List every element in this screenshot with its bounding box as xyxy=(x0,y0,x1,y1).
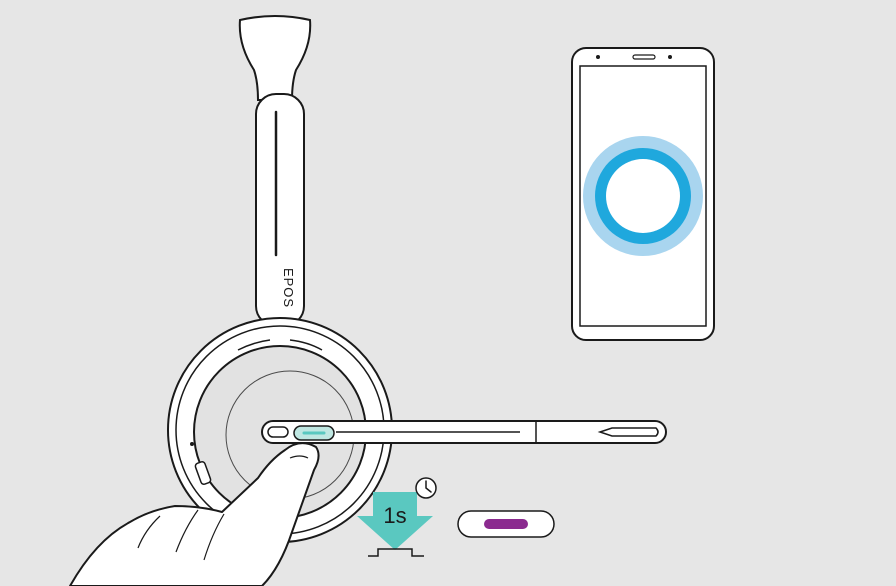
brand-logo: EPOS xyxy=(281,268,296,308)
illustration: EPOS 1s xyxy=(0,0,896,586)
led-light xyxy=(484,519,528,529)
led-indicator xyxy=(457,510,555,538)
press-duration-label: 1s xyxy=(383,503,406,528)
clock-icon xyxy=(415,477,437,499)
voice-assistant-icon xyxy=(583,136,703,256)
smartphone xyxy=(571,47,715,341)
